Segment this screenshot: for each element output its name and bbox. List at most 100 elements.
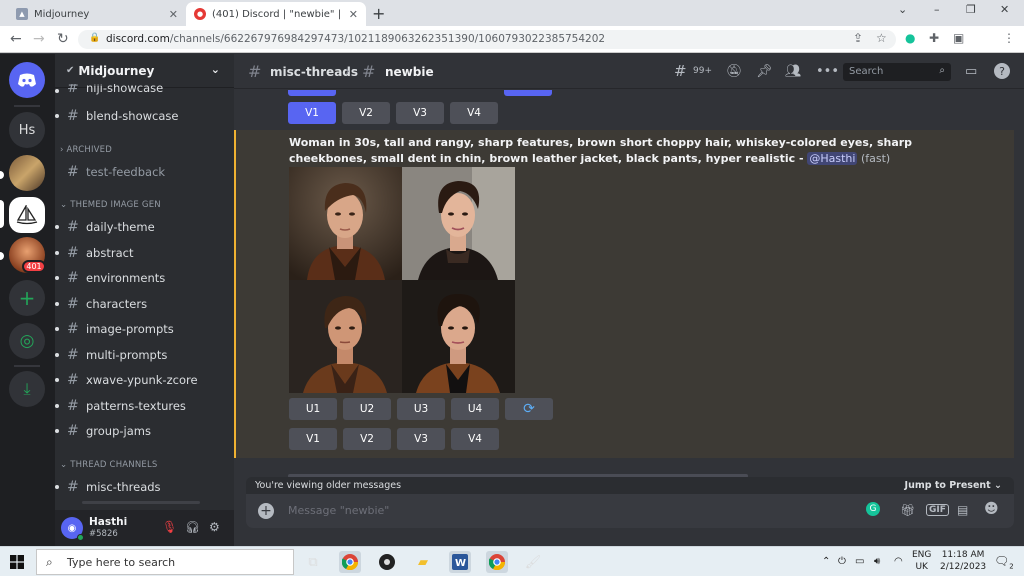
channel-characters[interactable]: # characters bbox=[55, 294, 231, 314]
server-header[interactable]: ✔ Midjourney ⌄ bbox=[55, 54, 234, 88]
variation-button-v3[interactable]: V3 bbox=[397, 428, 445, 450]
channel-group-jams[interactable]: # group-jams bbox=[55, 421, 231, 441]
upscale-button-u4[interactable]: U4 bbox=[451, 398, 499, 420]
previous-button-edge[interactable] bbox=[504, 90, 552, 96]
category-themed[interactable]: ⌄ THEMED IMAGE GEN bbox=[60, 200, 161, 210]
battery-icon[interactable]: ▭ bbox=[855, 556, 864, 567]
pin-icon[interactable]: 📌︎ bbox=[756, 64, 773, 79]
members-icon[interactable]: 👥︎ bbox=[785, 64, 802, 79]
sticker-icon[interactable]: ▤ bbox=[957, 503, 968, 517]
muted-bell-icon[interactable]: 🔕︎ bbox=[726, 64, 743, 79]
server-image-1[interactable] bbox=[9, 155, 45, 191]
side-panel-icon[interactable]: ▣ bbox=[953, 31, 964, 45]
search-input[interactable]: Search ⌕ bbox=[843, 63, 951, 81]
portrait-image-3[interactable] bbox=[289, 280, 402, 393]
download-apps-icon[interactable]: ⤓ bbox=[9, 371, 45, 407]
share-icon[interactable]: ⇪ bbox=[853, 31, 863, 45]
upscale-button-u2[interactable]: U2 bbox=[343, 398, 391, 420]
message-input[interactable]: Message "newbie" bbox=[288, 504, 389, 517]
more-options-icon[interactable]: ••• bbox=[816, 64, 839, 79]
channel-abstract[interactable]: # abstract bbox=[55, 243, 231, 263]
user-mention[interactable]: @Hasthi bbox=[807, 152, 858, 165]
portrait-image-1[interactable] bbox=[289, 167, 402, 280]
channel-misc-threads[interactable]: # misc-threads bbox=[55, 477, 231, 497]
attach-plus-icon[interactable]: + bbox=[258, 503, 274, 519]
emoji-icon[interactable]: ☻ bbox=[984, 501, 999, 517]
file-explorer-icon[interactable]: ▰ bbox=[412, 551, 434, 573]
notification-center-icon[interactable]: 🗨︎2 bbox=[994, 554, 1014, 570]
more-menu-icon[interactable]: ⋮ bbox=[1003, 31, 1015, 45]
channel-xwave-ypunk-zcore[interactable]: # xwave-ypunk-zcore bbox=[55, 370, 231, 390]
task-view-icon[interactable]: ⧉ bbox=[302, 551, 324, 573]
variation-button-v3[interactable]: V3 bbox=[396, 102, 444, 124]
server-hs[interactable]: Hs bbox=[9, 112, 45, 148]
browser-tab-midjourney[interactable]: ▲ Midjourney ✕ bbox=[8, 2, 186, 26]
volume-icon[interactable]: 🔊︎ bbox=[874, 556, 880, 567]
discord-home-icon[interactable] bbox=[9, 62, 45, 98]
portrait-image-4[interactable] bbox=[402, 280, 515, 393]
wifi-icon[interactable]: ◠ bbox=[894, 556, 903, 567]
close-window-button[interactable]: ✕ bbox=[1000, 3, 1009, 16]
variation-button-v1[interactable]: V1 bbox=[288, 102, 336, 124]
word-icon[interactable]: W bbox=[449, 551, 471, 573]
inbox-icon[interactable]: ▭ bbox=[965, 64, 977, 79]
maximize-button[interactable]: ❐ bbox=[966, 3, 976, 16]
paint-icon[interactable]: 🖌︎ bbox=[522, 551, 544, 573]
upscale-button-u3[interactable]: U3 bbox=[397, 398, 445, 420]
gift-icon[interactable]: 🎁︎ bbox=[900, 503, 915, 517]
tray-chevron-icon[interactable]: ⌃ bbox=[822, 556, 830, 567]
image-grid[interactable] bbox=[289, 167, 515, 393]
settings-gear-icon[interactable]: ⚙ bbox=[209, 520, 220, 534]
channel-multi-prompts[interactable]: # multi-prompts bbox=[55, 345, 231, 365]
channel-patterns-textures[interactable]: # patterns-textures bbox=[55, 396, 231, 416]
clock[interactable]: 11:18 AM 2/12/2023 bbox=[940, 549, 986, 573]
close-tab-icon[interactable]: ✕ bbox=[169, 8, 178, 21]
back-icon[interactable]: ← bbox=[10, 31, 22, 47]
url-bar[interactable]: 🔒 discord.com/channels/66226797698429747… bbox=[78, 30, 896, 49]
minimize-button[interactable]: – bbox=[934, 3, 940, 16]
taskbar-search-input[interactable]: ⌕ Type here to search bbox=[36, 549, 294, 575]
grammarly-extension-icon[interactable]: ● bbox=[905, 31, 915, 45]
chrome-profile-icon[interactable] bbox=[486, 551, 508, 573]
bookmark-star-icon[interactable]: ☆ bbox=[876, 31, 887, 45]
language-indicator[interactable]: ENG UK bbox=[912, 549, 931, 573]
grammarly-icon[interactable]: G bbox=[866, 502, 880, 516]
reroll-icon[interactable]: ⟳ bbox=[505, 398, 553, 420]
category-thread-channels[interactable]: ⌄ THREAD CHANNELS bbox=[60, 460, 158, 470]
threads-icon[interactable]: # bbox=[674, 62, 687, 80]
browser-tab-discord[interactable]: ● (401) Discord | "newbie" | Midjou ✕ bbox=[186, 2, 366, 26]
gif-icon[interactable]: GIF bbox=[926, 504, 949, 516]
forward-icon[interactable]: → bbox=[33, 31, 45, 47]
scrollbar-indicator[interactable] bbox=[82, 501, 200, 504]
variation-button-v2[interactable]: V2 bbox=[343, 428, 391, 450]
headphones-icon[interactable]: 🎧︎ bbox=[185, 520, 200, 534]
tab-search-icon[interactable]: ⌄ bbox=[898, 3, 907, 16]
jump-to-present-button[interactable]: Jump to Present ⌄ bbox=[905, 480, 1002, 491]
upscale-button-u1[interactable]: U1 bbox=[289, 398, 337, 420]
mute-mic-icon[interactable]: 🎙︎ bbox=[162, 520, 177, 534]
channel-blend-showcase[interactable]: # blend-showcase bbox=[55, 106, 231, 126]
variation-button-v4[interactable]: V4 bbox=[451, 428, 499, 450]
chrome-icon[interactable] bbox=[339, 551, 361, 573]
variation-button-v4[interactable]: V4 bbox=[450, 102, 498, 124]
tray-app-icon[interactable]: ⏻ bbox=[838, 556, 846, 567]
add-server-icon[interactable]: + bbox=[9, 280, 45, 316]
variation-button-v1[interactable]: V1 bbox=[289, 428, 337, 450]
close-tab-icon[interactable]: ✕ bbox=[349, 8, 358, 21]
variation-button-v2[interactable]: V2 bbox=[342, 102, 390, 124]
channel-environments[interactable]: # environments bbox=[55, 268, 231, 288]
windows-start-icon[interactable] bbox=[10, 555, 24, 573]
channel-test-feedback[interactable]: # test-feedback bbox=[55, 162, 231, 182]
obs-icon[interactable] bbox=[376, 551, 398, 573]
channel-niji-showcase[interactable]: # niji-showcase bbox=[55, 84, 231, 98]
channel-image-prompts[interactable]: # image-prompts bbox=[55, 319, 231, 339]
portrait-image-2[interactable] bbox=[402, 167, 515, 280]
help-icon[interactable]: ? bbox=[994, 63, 1010, 79]
channel-daily-theme[interactable]: # daily-theme bbox=[55, 217, 231, 237]
previous-button-edge[interactable] bbox=[288, 90, 336, 96]
new-tab-button[interactable]: + bbox=[372, 4, 385, 23]
explore-compass-icon[interactable]: ◎ bbox=[9, 323, 45, 359]
extensions-puzzle-icon[interactable]: ✚ bbox=[929, 31, 939, 45]
server-midjourney[interactable] bbox=[9, 197, 45, 233]
category-archived[interactable]: › ARCHIVED bbox=[60, 145, 112, 155]
